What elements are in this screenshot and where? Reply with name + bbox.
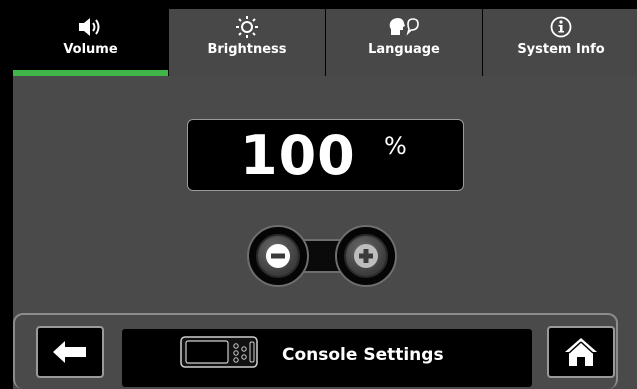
decrease-button[interactable] [247, 225, 309, 287]
minus-icon [266, 244, 290, 268]
speaker-icon [78, 17, 104, 37]
tab-label: Language [368, 42, 440, 57]
console-device-icon [180, 336, 260, 372]
plus-icon [354, 244, 378, 268]
volume-unit: % [384, 132, 407, 160]
sun-icon [234, 16, 260, 38]
tab-label: Volume [63, 42, 118, 57]
tab-volume[interactable]: Volume [13, 9, 168, 76]
tab-bar: Volume Brightness Language System Info [13, 9, 637, 76]
tab-label: System Info [517, 42, 605, 57]
back-button[interactable] [36, 326, 104, 378]
home-button[interactable] [547, 326, 615, 378]
active-tab-indicator [13, 70, 168, 76]
home-icon [565, 338, 597, 366]
speaking-head-icon [388, 17, 420, 37]
info-icon [550, 16, 572, 38]
volume-display: 100 % [187, 119, 464, 191]
increase-button[interactable] [335, 225, 397, 287]
arrow-left-icon [53, 341, 86, 363]
device-frame: Volume Brightness Language System Info 1… [0, 0, 637, 389]
page-title: Console Settings [282, 345, 444, 365]
bottom-bar: Console Settings [13, 313, 618, 389]
title-panel: Console Settings [122, 329, 532, 387]
volume-stepper [247, 225, 397, 287]
tab-language[interactable]: Language [326, 9, 482, 76]
tab-brightness[interactable]: Brightness [169, 9, 325, 76]
volume-value: 100 [240, 124, 356, 187]
tab-label: Brightness [207, 42, 287, 57]
tab-system-info[interactable]: System Info [483, 9, 637, 76]
